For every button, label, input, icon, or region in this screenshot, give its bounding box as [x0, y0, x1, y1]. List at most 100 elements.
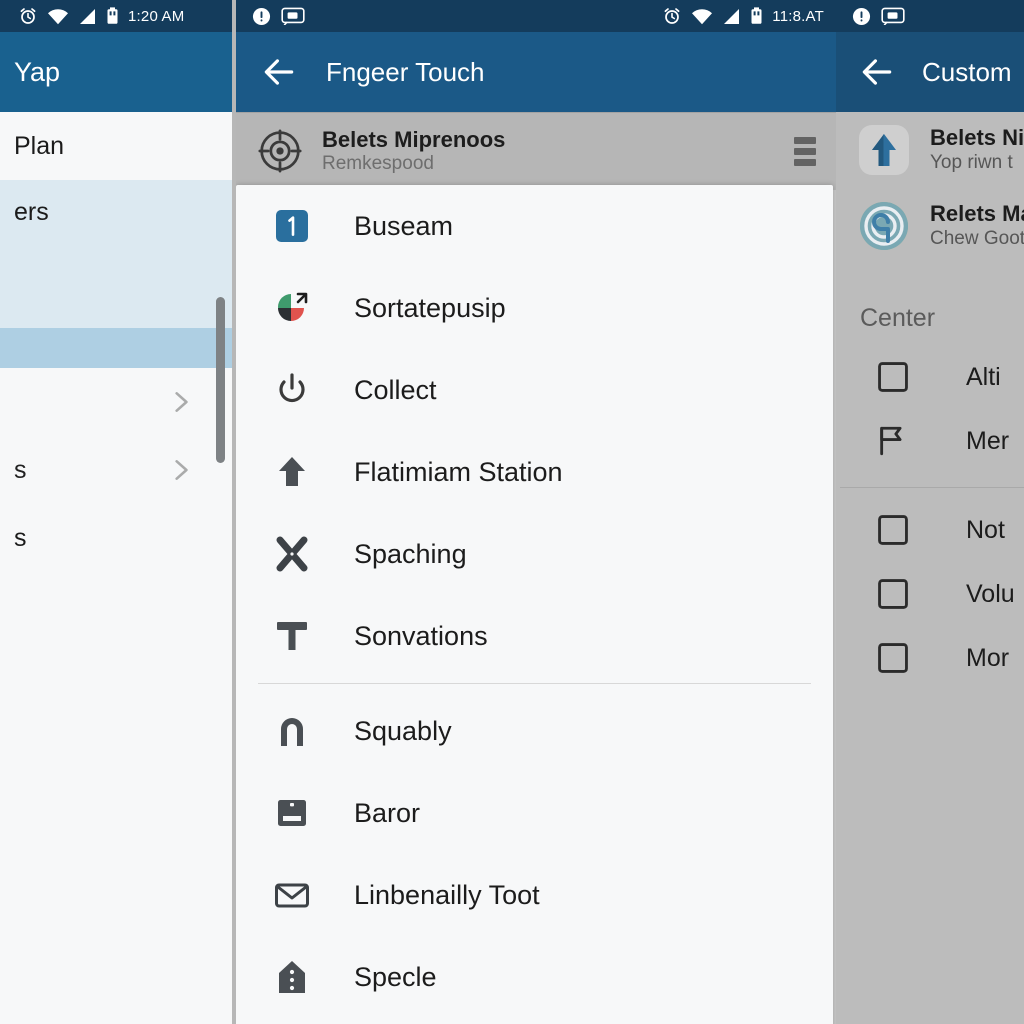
center-menu-item-baror[interactable]: Baror — [236, 772, 833, 854]
left-scrollbar[interactable] — [216, 297, 225, 463]
badge-one-icon — [272, 206, 312, 246]
arrow-up-app-icon — [859, 125, 909, 175]
center-app-title: Fngeer Touch — [326, 56, 485, 87]
right-option-label: Not — [966, 515, 1005, 544]
center-menu-item-label: Flatimiam Station — [354, 456, 563, 487]
center-menu-card: Buseam Sortatepusip Collect Flatimiam St… — [236, 185, 833, 1024]
center-selected-subtitle: Remkespood — [322, 152, 434, 174]
right-option-label: Mer — [966, 426, 1010, 455]
right-status-bar — [836, 0, 1024, 32]
center-menu-item-label: Baror — [354, 797, 421, 828]
center-status-bar: 11:8.AT — [236, 0, 836, 32]
upload-icon — [272, 452, 312, 492]
left-panel: 1:20 AM Yap Plan ers s s — [0, 0, 232, 1024]
left-list-item-plan[interactable]: Plan — [0, 112, 232, 180]
checkbox-unchecked-icon[interactable] — [876, 513, 910, 547]
signal-icon — [80, 8, 95, 24]
right-option-mor[interactable]: Mor — [836, 626, 1024, 690]
right-app-bar: Custom — [836, 32, 1024, 112]
checkbox-unchecked-icon[interactable] — [876, 577, 910, 611]
target-icon — [258, 129, 302, 173]
center-menu-item-label: Buseam — [354, 210, 454, 241]
center-panel: 11:8.AT Fngeer Touch Belets Miprenoos Re… — [236, 0, 836, 1024]
left-list-item-active[interactable] — [0, 328, 232, 368]
battery-icon — [107, 7, 118, 24]
center-menu-item-buseam[interactable]: Buseam — [236, 185, 833, 267]
x-cross-icon — [272, 534, 312, 574]
left-list-item-last[interactable]: s — [0, 504, 232, 572]
right-option-label: Mor — [966, 643, 1010, 672]
alarm-icon — [664, 8, 680, 24]
right-app-subtitle-2: Chew Goots — [930, 228, 1024, 250]
right-app-title-2: Relets Ma — [930, 200, 1024, 226]
tray-icon — [272, 793, 312, 833]
left-status-bar: 1:20 AM — [0, 0, 232, 32]
center-menu-item-sortatepusip[interactable]: Sortatepusip — [236, 267, 833, 349]
center-menu-item-linbenailly-toot[interactable]: Linbenailly Toot — [236, 854, 833, 936]
left-list-item-label: s — [14, 455, 27, 484]
right-status-left-icons — [836, 7, 905, 26]
left-list-item-selected[interactable]: ers — [0, 180, 232, 328]
power-icon — [272, 370, 312, 410]
right-option-not[interactable]: Not — [836, 498, 1024, 562]
back-arrow-icon[interactable] — [858, 53, 896, 91]
left-status-icons: 1:20 AM — [0, 7, 196, 25]
center-menu-item-label: Squably — [354, 715, 452, 746]
center-menu-item-label: Linbenailly Toot — [354, 879, 540, 910]
right-app-row-2[interactable]: Relets Ma Chew Goots — [836, 188, 1024, 264]
right-divider — [840, 487, 1024, 488]
center-app-bar: Fngeer Touch — [236, 32, 836, 112]
screenshot-icon — [881, 7, 905, 25]
right-app-text: Relets Ma Chew Goots — [930, 201, 1024, 251]
center-menu-item-specle[interactable]: Specle — [236, 936, 833, 1018]
checkbox-unchecked-icon[interactable] — [876, 360, 910, 394]
left-list-item-label: s — [14, 523, 27, 552]
pie-share-icon — [272, 288, 312, 328]
center-selected-row[interactable]: Belets Miprenoos Remkespood — [236, 112, 836, 190]
right-option-volu[interactable]: Volu — [836, 562, 1024, 626]
right-panel: Custom Belets Nin Yop riwn t — [836, 0, 1024, 1024]
info-icon — [252, 7, 271, 25]
right-app-subtitle-1: Yop riwn t — [930, 152, 1013, 174]
tag-icon — [272, 957, 312, 997]
alarm-icon — [20, 8, 36, 24]
center-selected-title: Belets Miprenoos — [322, 126, 506, 152]
center-menu-item-label: Collect — [354, 374, 437, 405]
center-menu-item-spaching[interactable]: Spaching — [236, 513, 833, 595]
chevron-right-icon — [175, 392, 188, 412]
flag-icon — [880, 426, 902, 456]
battery-icon — [751, 7, 762, 24]
center-menu-item-collect[interactable]: Collect — [236, 349, 833, 431]
arch-icon — [272, 711, 312, 751]
right-section-title: Center — [860, 304, 936, 332]
center-menu-item-flatimiam-station[interactable]: Flatimiam Station — [236, 431, 833, 513]
funnel-icon — [272, 616, 312, 656]
drag-handle-icon[interactable] — [794, 136, 816, 166]
center-menu-item-sonvations[interactable]: Sonvations — [236, 595, 833, 677]
right-option-label: Alti — [966, 362, 1001, 391]
signal-icon — [724, 8, 740, 24]
right-content: Belets Nin Yop riwn t Relets Ma Chew Goo… — [836, 112, 1024, 1024]
left-app-title: Yap — [14, 56, 61, 87]
right-app-row-1[interactable]: Belets Nin Yop riwn t — [836, 112, 1024, 188]
right-app-title-1: Belets Nin — [930, 124, 1024, 150]
right-app-text: Belets Nin Yop riwn t — [930, 125, 1024, 175]
right-option-mer[interactable]: Mer — [836, 409, 1024, 473]
center-status-left-icons — [236, 7, 305, 26]
center-menu-item-squably[interactable]: Squably — [236, 690, 833, 772]
left-list-item-label: ers — [14, 198, 49, 226]
checkbox-unchecked-icon[interactable] — [876, 641, 910, 675]
left-list-item-label: Plan — [14, 131, 65, 160]
left-list-item-nav-2[interactable]: s — [0, 436, 232, 504]
right-option-alti[interactable]: Alti — [836, 345, 1024, 409]
left-app-bar: Yap — [0, 32, 232, 112]
right-option-label: Volu — [966, 579, 1015, 608]
left-status-time: 1:20 AM — [128, 7, 185, 25]
left-list-item-nav-1[interactable] — [0, 368, 232, 436]
right-app-title: Custom — [922, 56, 1012, 87]
back-arrow-icon[interactable] — [260, 53, 298, 91]
center-menu-item-label: Specle — [354, 961, 437, 992]
center-menu-item-label: Spaching — [354, 538, 467, 569]
wifi-icon — [692, 8, 713, 24]
radar-app-icon — [860, 202, 908, 250]
